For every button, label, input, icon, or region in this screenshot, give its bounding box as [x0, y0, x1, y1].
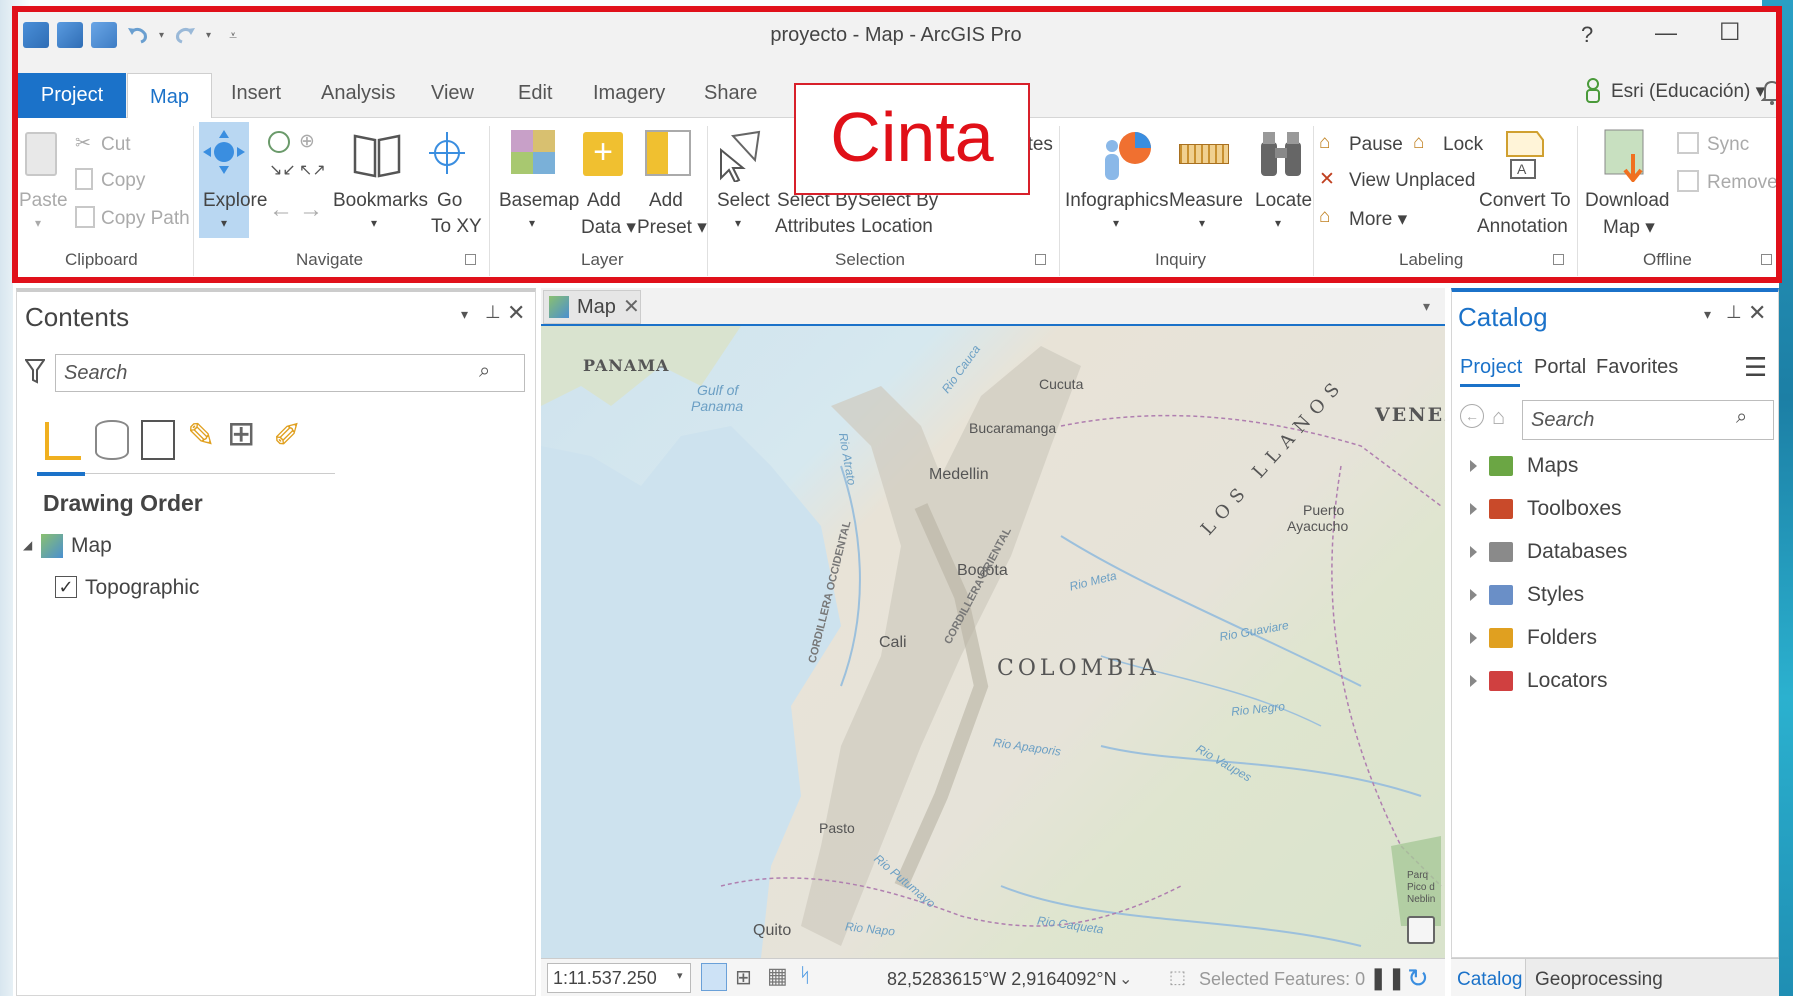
map-status-bar: 1:11.537.250 ▾ ⊞ ▦ ᛋ 82,5283615°W 2,9164… — [541, 958, 1445, 996]
selected-features-count[interactable]: Selected Features: 0 — [1199, 969, 1365, 990]
catalog-title: Catalog — [1458, 302, 1548, 332]
view-indicator-track — [85, 473, 335, 474]
contents-close-icon[interactable]: ✕ — [507, 300, 525, 326]
catalog-close-icon[interactable]: ✕ — [1748, 300, 1766, 326]
map-view-tabstrip — [541, 288, 1445, 326]
expand-icon[interactable] — [1470, 632, 1477, 645]
pause-drawing-icon[interactable]: ❚❚ — [1369, 965, 1406, 991]
catalog-menu-icon[interactable]: ☰ — [1744, 352, 1767, 383]
contents-search-input[interactable]: Search — [55, 354, 525, 392]
coordinates-readout[interactable]: 82,5283615°W 2,9164092°N — [887, 969, 1117, 990]
contents-pane: Contents ▾ ⊥ ✕ Search ⌕ ✎ ⊞ ✐ Drawing Or… — [16, 288, 536, 996]
coordinate-format-dropdown-icon[interactable]: ⌄ — [1119, 969, 1132, 989]
list-by-drawing-order-icon[interactable] — [45, 422, 81, 460]
bottom-tab-geoprocessing[interactable]: Geoprocessing — [1535, 969, 1663, 991]
map-item-label[interactable]: Map — [71, 534, 112, 558]
catalog-item-locators[interactable]: Locators — [1470, 669, 1608, 693]
map-tab-label[interactable]: Map — [577, 296, 616, 319]
selected-features-icon: ⬚ — [1169, 967, 1187, 987]
grid-toggle-icon[interactable]: ▦ — [767, 963, 788, 989]
expand-icon[interactable] — [1470, 675, 1477, 688]
toolboxes-folder-icon — [1489, 499, 1513, 520]
list-by-labeling-icon[interactable]: ✐ — [273, 416, 302, 456]
catalog-options-icon[interactable]: ▾ — [1704, 306, 1711, 323]
snapping-toggle-icon[interactable] — [701, 963, 727, 991]
contents-pin-icon[interactable]: ⊥ — [485, 302, 501, 323]
active-view-indicator — [37, 472, 85, 476]
list-by-snapping-icon[interactable]: ⊞ — [227, 414, 256, 454]
map-label-medellin: Medellin — [929, 466, 989, 483]
map-tab-icon — [549, 296, 569, 318]
expand-icon[interactable] — [1470, 546, 1477, 559]
folders-folder-icon — [1489, 628, 1513, 649]
navigation-toggle-icon[interactable]: ⊞ — [735, 965, 752, 990]
topographic-layer-label[interactable]: Topographic — [85, 576, 199, 600]
catalog-item-maps[interactable]: Maps — [1470, 454, 1578, 478]
catalog-item-styles[interactable]: Styles — [1470, 583, 1584, 607]
map-label-venez: VENEZ — [1375, 404, 1445, 426]
filter-icon[interactable] — [25, 358, 45, 384]
catalog-tab-portal[interactable]: Portal — [1534, 356, 1586, 379]
databases-folder-icon — [1489, 542, 1513, 563]
map-label-gulf: Gulf of — [697, 382, 739, 398]
north-arrow-icon[interactable]: ᛋ — [799, 965, 811, 988]
map-label-gulf-panama: Panama — [691, 398, 744, 414]
scale-value[interactable]: 1:11.537.250 — [553, 968, 657, 989]
map-label-pasto: Pasto — [819, 820, 855, 836]
map-label-puerto: Puerto — [1303, 502, 1345, 518]
catalog-home-icon[interactable]: ⌂ — [1492, 404, 1505, 430]
catalog-tab-favorites[interactable]: Favorites — [1596, 356, 1678, 379]
map-label-cali: Cali — [879, 634, 907, 651]
contents-pane-options-icon[interactable]: ▾ — [461, 306, 468, 323]
locators-folder-icon — [1489, 671, 1513, 692]
list-by-data-source-icon[interactable] — [95, 420, 129, 460]
bottom-tab-catalog[interactable]: Catalog — [1457, 969, 1523, 991]
expand-icon[interactable] — [1470, 503, 1477, 516]
contents-title: Contents — [25, 302, 130, 332]
catalog-pane: Catalog ▾ ⊥ ✕ Project Portal Favorites ☰… — [1451, 288, 1779, 958]
map-tab-close-icon[interactable]: ✕ — [623, 294, 640, 319]
list-by-selection-icon[interactable] — [141, 420, 175, 460]
maps-folder-icon — [1489, 456, 1513, 477]
map-item-icon — [41, 534, 63, 558]
catalog-item-databases[interactable]: Databases — [1470, 540, 1627, 564]
map-canvas[interactable]: PANAMA Gulf of Panama VENEZ Cucuta Bucar… — [541, 326, 1445, 958]
refresh-icon[interactable]: ↻ — [1407, 963, 1429, 994]
catalog-search-icon[interactable]: ⌕ — [1736, 406, 1747, 429]
expand-icon[interactable] — [1470, 589, 1477, 602]
map-legend-toggle-icon[interactable] — [1407, 916, 1435, 944]
drawing-order-heading: Drawing Order — [43, 490, 203, 516]
map-label-bucaramanga: Bucaramanga — [969, 420, 1057, 436]
catalog-item-toolboxes[interactable]: Toolboxes — [1470, 497, 1622, 521]
map-expand-icon[interactable]: ◢ — [23, 538, 32, 552]
scale-dropdown-icon[interactable]: ▾ — [677, 969, 683, 982]
contents-search-icon[interactable]: ⌕ — [479, 360, 490, 383]
map-label-cucuta: Cucuta — [1039, 376, 1084, 392]
catalog-bottom-tabs: Catalog Geoprocessing — [1451, 958, 1779, 996]
map-label-ayacucho: Ayacucho — [1287, 518, 1349, 534]
map-label-panama: PANAMA — [583, 356, 670, 375]
styles-folder-icon — [1489, 585, 1513, 606]
topographic-checkbox[interactable]: ✓ — [55, 576, 77, 598]
map-tabs-dropdown-icon[interactable]: ▾ — [1423, 298, 1430, 315]
expand-icon[interactable] — [1470, 460, 1477, 473]
map-label-colombia: COLOMBIA — [997, 656, 1160, 681]
list-by-editing-icon[interactable]: ✎ — [187, 416, 216, 456]
ribbon-annotation-box — [12, 6, 1782, 283]
catalog-tab-project[interactable]: Project — [1460, 356, 1522, 379]
catalog-back-icon[interactable]: ← — [1460, 404, 1484, 428]
catalog-pin-icon[interactable]: ⊥ — [1726, 302, 1742, 323]
map-label-park: Parq Pico d Neblin — [1407, 870, 1436, 905]
catalog-tab-project-underline — [1460, 384, 1520, 387]
map-label-quito: Quito — [753, 922, 792, 939]
catalog-item-folders[interactable]: Folders — [1470, 626, 1597, 650]
